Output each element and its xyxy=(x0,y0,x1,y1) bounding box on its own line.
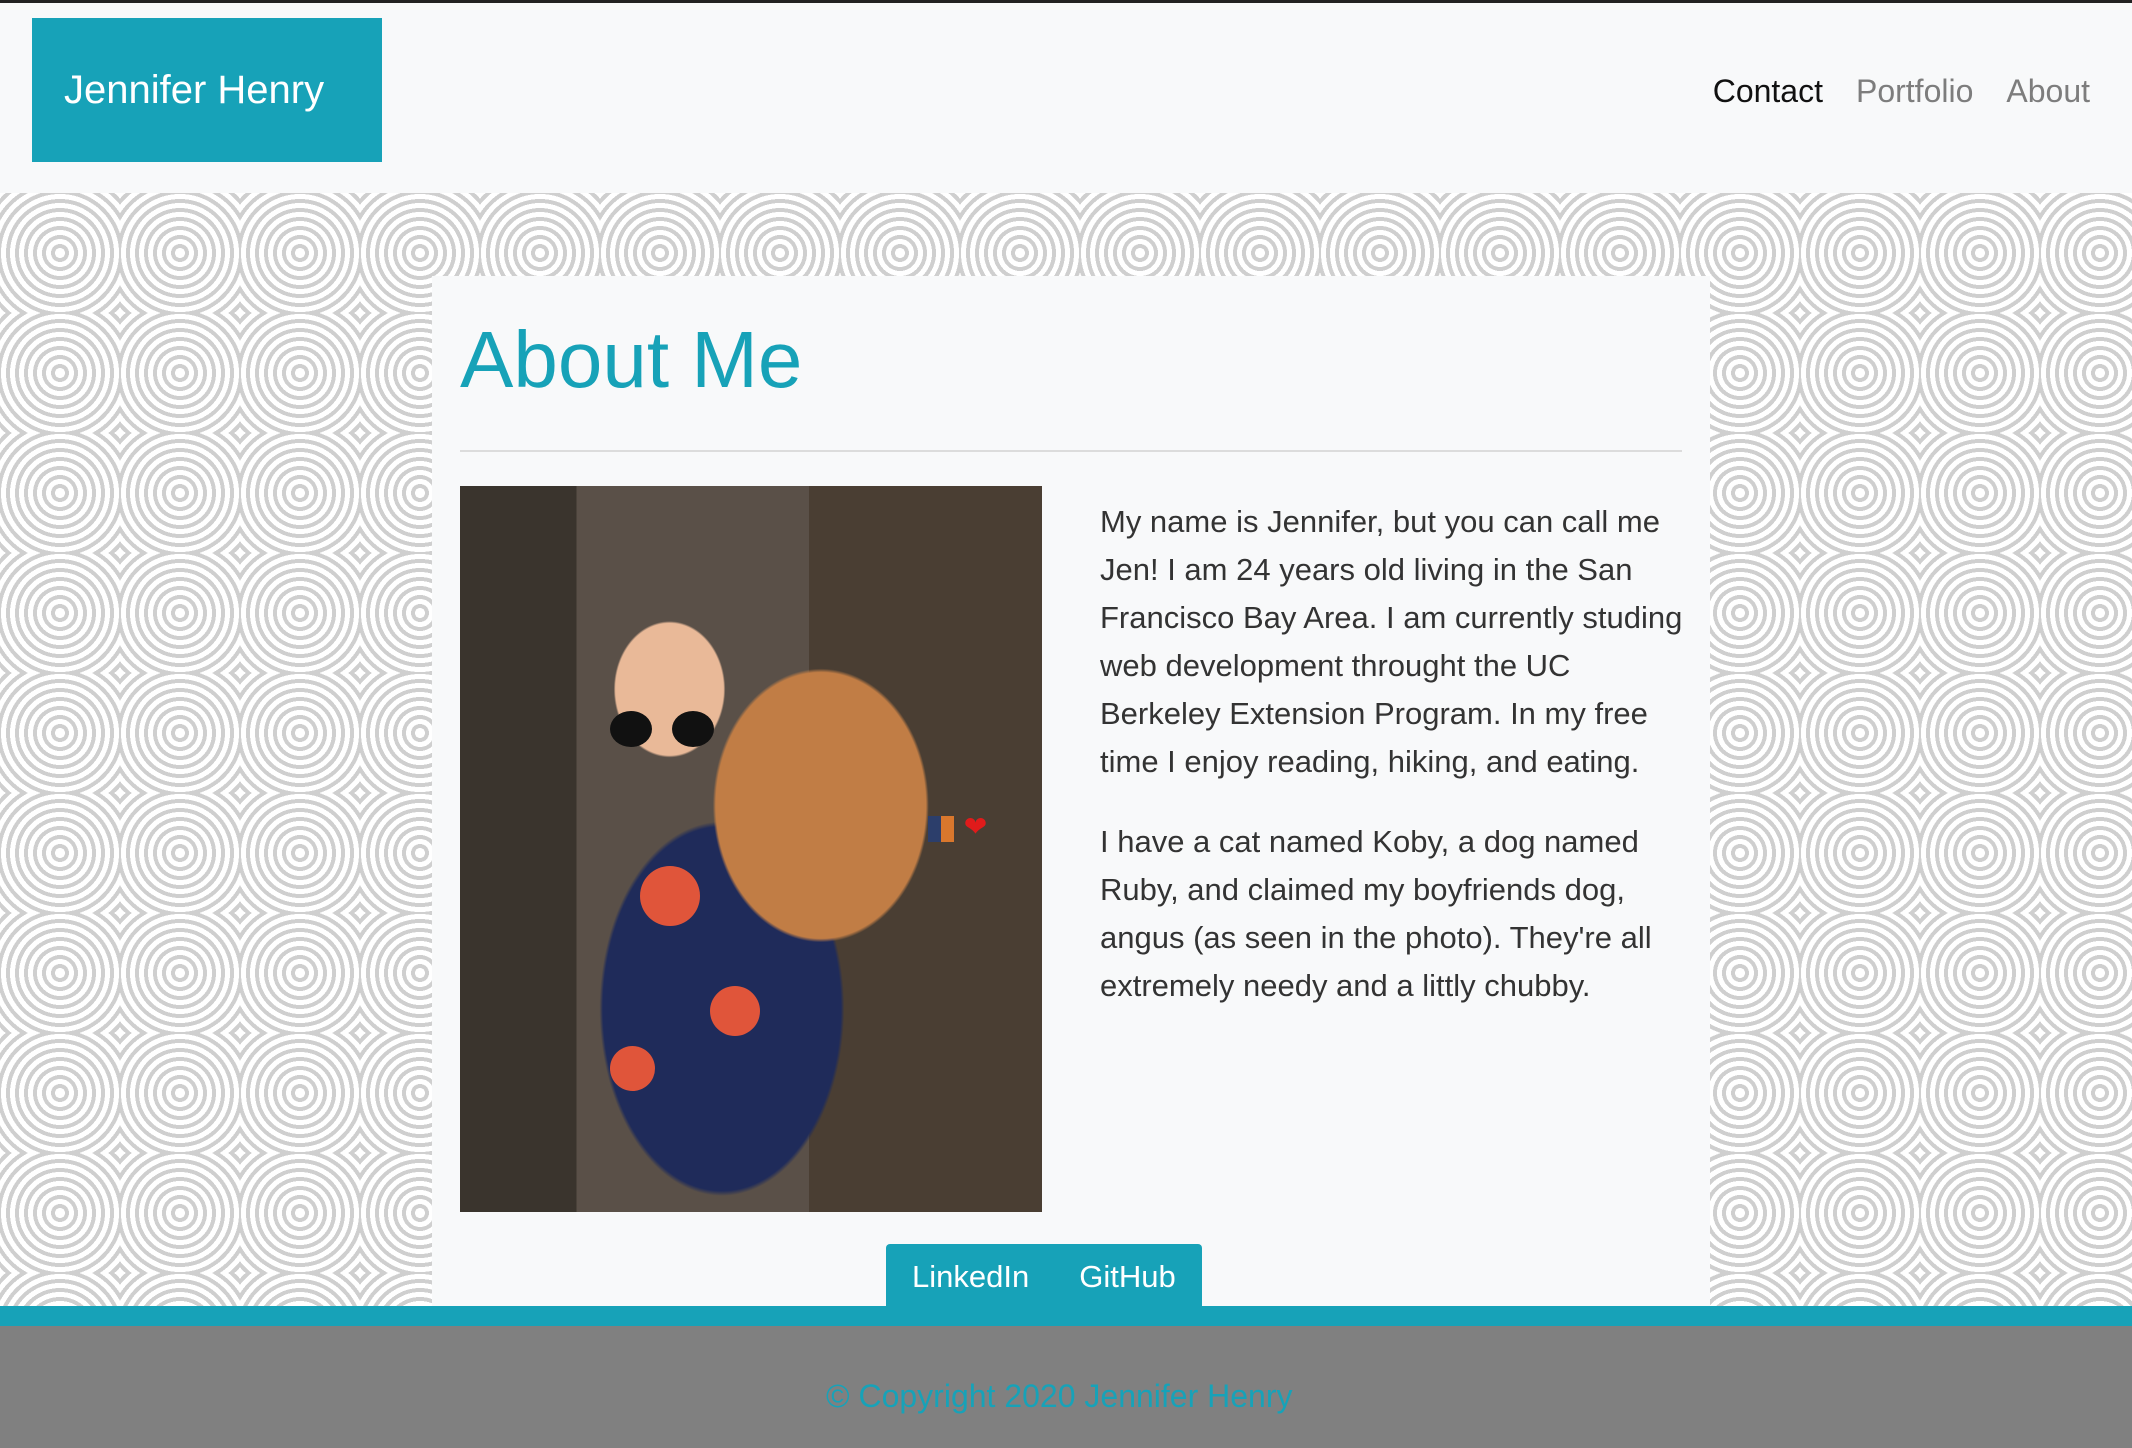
about-paragraph-2: I have a cat named Koby, a dog named Rub… xyxy=(1100,824,1652,1003)
linkedin-link[interactable]: LinkedIn xyxy=(912,1259,1029,1295)
divider xyxy=(460,450,1682,452)
profile-photo xyxy=(460,486,1042,1212)
copyright-text: © Copyright 2020 Jennifer Henry xyxy=(826,1378,1293,1414)
about-text: My name is Jennifer, but you can call me… xyxy=(1100,498,1690,1042)
social-links: LinkedIn GitHub xyxy=(886,1244,1202,1310)
nav-item-portfolio[interactable]: Portfolio xyxy=(1856,73,1973,110)
brand-logo[interactable]: Jennifer Henry xyxy=(32,18,382,162)
page-title: About Me xyxy=(460,315,803,404)
footer-accent-bar xyxy=(0,1306,2132,1326)
nav-item-contact[interactable]: Contact xyxy=(1713,73,1823,110)
navbar: Jennifer Henry Contact Portfolio About xyxy=(0,3,2132,193)
sunglasses-detail xyxy=(610,711,720,747)
nav-links: Contact Portfolio About xyxy=(1713,73,2090,110)
nav-item-about[interactable]: About xyxy=(2006,73,2090,110)
about-paragraph-1: My name is Jennifer, but you can call me… xyxy=(1100,504,1683,779)
github-link[interactable]: GitHub xyxy=(1079,1259,1175,1295)
shirt-flower xyxy=(710,986,760,1036)
shirt-flower xyxy=(610,1046,655,1091)
shirt-flower xyxy=(640,866,700,926)
heart-emoji-icon: ❤ xyxy=(963,811,990,842)
flag-emoji-icon xyxy=(928,815,954,842)
about-card: About Me My name is Jennifer, but you ca… xyxy=(432,276,1710,1308)
emoji-row: ❤ xyxy=(928,810,989,843)
